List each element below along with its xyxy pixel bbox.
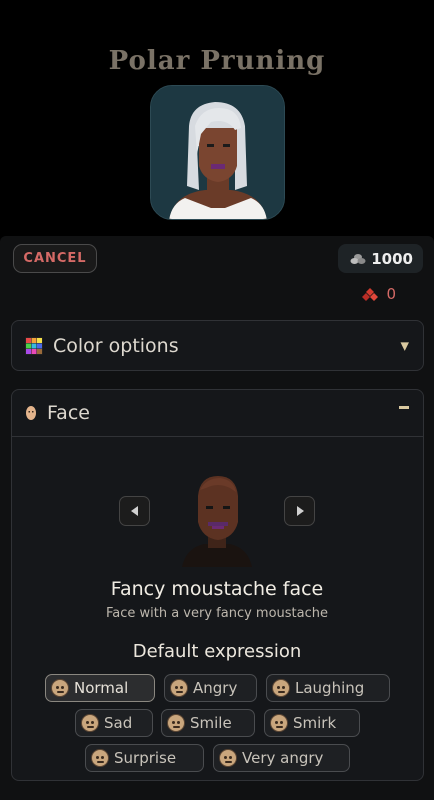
chevron-down-icon: ▼ [400, 339, 409, 352]
expression-chip-angry[interactable]: Angry [164, 674, 257, 702]
page-title: Polar Pruning [108, 46, 326, 76]
expression-chip-smirk[interactable]: Smirk [264, 709, 360, 737]
coin-count: 1000 [371, 249, 413, 268]
top-preview-area: Polar Pruning [0, 0, 434, 240]
expression-label: Sad [104, 714, 133, 732]
arrow-left-icon [130, 506, 138, 516]
collapse-minus-icon[interactable] [399, 406, 409, 409]
smile-face-icon [167, 714, 185, 732]
expression-label: Normal [74, 679, 129, 697]
expression-chip-surprise[interactable]: Surprise [85, 744, 204, 772]
cancel-button[interactable]: CANCEL [13, 244, 97, 273]
face-section-header[interactable]: Face [12, 390, 423, 437]
face-preview-image [182, 476, 252, 567]
palette-grid-icon [25, 336, 43, 355]
expression-label: Smirk [293, 714, 337, 732]
gem-count: 0 [386, 285, 396, 303]
expression-label: Laughing [295, 679, 365, 697]
face-name: Fancy moustache face [110, 578, 324, 600]
face-description: Face with a very fancy moustache [105, 606, 329, 621]
gem-balance: 0 [362, 285, 396, 303]
character-portrait-image [151, 86, 284, 219]
expression-chip-very-angry[interactable]: Very angry [213, 744, 350, 772]
very-angry-face-icon [219, 749, 237, 767]
coins-icon [350, 253, 366, 264]
expression-chip-sad[interactable]: Sad [75, 709, 153, 737]
face-icon [26, 406, 36, 420]
previous-face-button[interactable] [119, 496, 150, 526]
face-section-label: Face [47, 402, 90, 424]
expression-chip-normal[interactable]: Normal [45, 674, 155, 702]
arrow-right-icon [296, 506, 304, 516]
color-options-header[interactable]: Color options [12, 321, 423, 370]
expression-chip-laughing[interactable]: Laughing [266, 674, 390, 702]
color-options-section[interactable]: Color options ▼ [11, 320, 424, 371]
surprise-face-icon [91, 749, 109, 767]
laughing-face-icon [272, 679, 290, 697]
expression-label: Smile [190, 714, 232, 732]
expression-heading: Default expression [132, 641, 302, 662]
expression-label: Very angry [242, 749, 324, 767]
sad-face-icon [81, 714, 99, 732]
expression-label: Angry [193, 679, 238, 697]
character-portrait [150, 85, 285, 220]
next-face-button[interactable] [284, 496, 315, 526]
smirk-face-icon [270, 714, 288, 732]
angry-face-icon [170, 679, 188, 697]
gems-icon [362, 287, 379, 301]
expression-chip-smile[interactable]: Smile [161, 709, 255, 737]
color-options-label: Color options [53, 334, 179, 357]
neutral-face-icon [51, 679, 69, 697]
face-preview [178, 472, 256, 567]
expression-label: Surprise [114, 749, 177, 767]
coin-balance: 1000 [338, 244, 423, 273]
